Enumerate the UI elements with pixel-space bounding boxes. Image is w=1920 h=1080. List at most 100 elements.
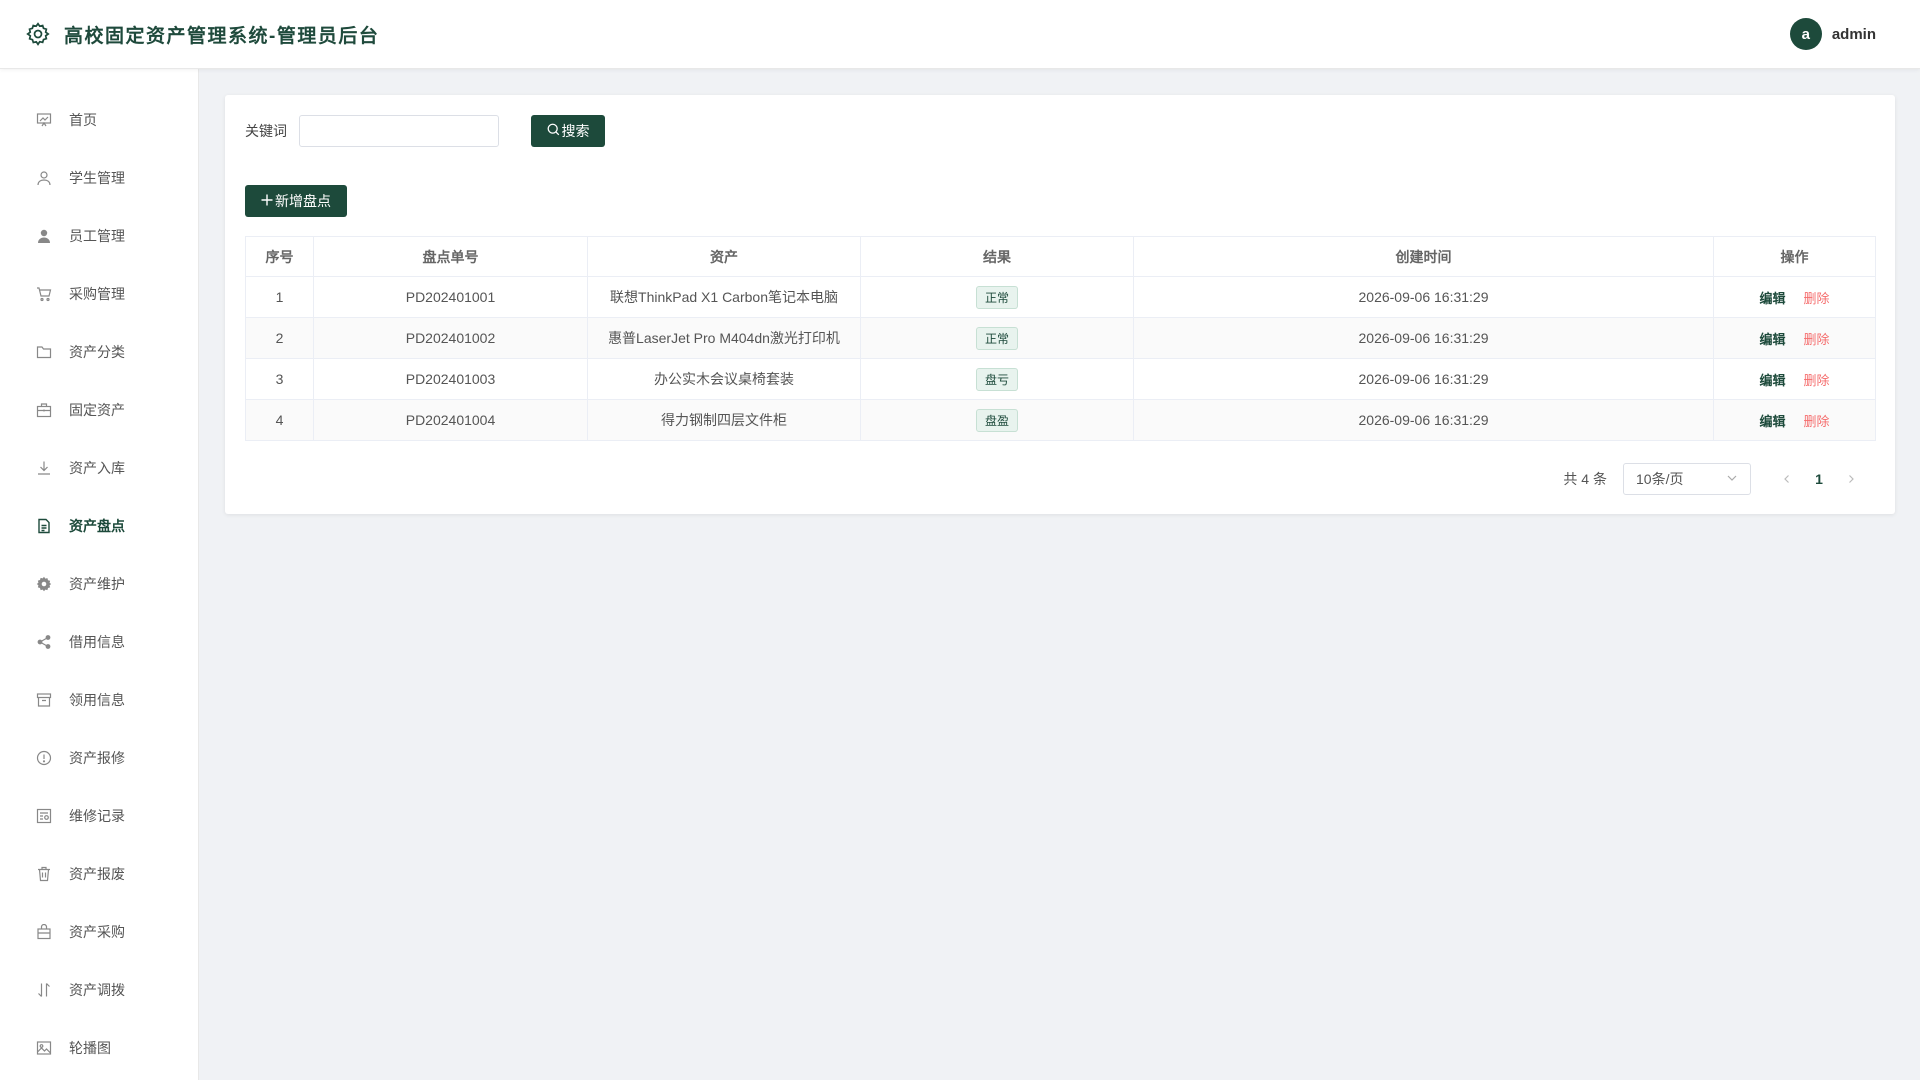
cell-asset: 联想ThinkPad X1 Carbon笔记本电脑 — [587, 276, 861, 318]
page-size-select[interactable]: 10条/页 — [1623, 463, 1751, 495]
column-header: 盘点单号 — [313, 236, 588, 277]
sidebar-item-purchase[interactable]: 资产采购 — [0, 903, 198, 961]
edit-button[interactable]: 编辑 — [1759, 291, 1785, 306]
cell-code: PD202401004 — [313, 399, 588, 441]
sidebar-item-home[interactable]: 首页 — [0, 91, 198, 149]
sidebar-item-categories[interactable]: 资产分类 — [0, 323, 198, 381]
sidebar-item-label: 员工管理 — [69, 228, 125, 244]
folder-icon — [35, 343, 53, 361]
sidebar-item-label: 学生管理 — [69, 170, 125, 186]
gear-icon — [35, 575, 53, 593]
sidebar-item-inbound[interactable]: 资产入库 — [0, 439, 198, 497]
table-header-row: 序号 盘点单号 资产 结果 创建时间 操作 — [245, 236, 1876, 277]
table-row: 4 PD202401004 得力钢制四层文件柜 盘盈 2026-09-06 16… — [245, 399, 1876, 441]
bag-icon — [35, 923, 53, 941]
document-icon — [35, 517, 53, 535]
sidebar-item-procurement[interactable]: 采购管理 — [0, 265, 198, 323]
next-page-button[interactable] — [1837, 465, 1865, 493]
sidebar-item-repair-records[interactable]: 维修记录 — [0, 787, 198, 845]
chart-icon — [35, 111, 53, 129]
search-icon — [547, 123, 560, 139]
sidebar-item-fixed-assets[interactable]: 固定资产 — [0, 381, 198, 439]
sidebar-item-label: 资产报修 — [69, 750, 125, 766]
column-header: 操作 — [1713, 236, 1876, 277]
sidebar-item-label: 固定资产 — [69, 402, 125, 418]
app-title: 高校固定资产管理系统-管理员后台 — [64, 25, 380, 47]
sidebar-item-scrap[interactable]: 资产报废 — [0, 845, 198, 903]
sidebar-item-requisition[interactable]: 领用信息 — [0, 671, 198, 729]
cell-created: 2026-09-06 16:31:29 — [1133, 317, 1714, 359]
sidebar-item-label: 资产调拨 — [69, 982, 125, 998]
keyword-label: 关键词 — [245, 123, 287, 139]
main-card: 关键词 搜索 新增盘点 序号 盘点单号 资产 结果 创建时间 操作 1 PD20… — [225, 95, 1895, 514]
cell-index: 2 — [245, 317, 314, 359]
sidebar-item-carousel[interactable]: 轮播图 — [0, 1019, 198, 1077]
result-tag: 盘亏 — [975, 367, 1018, 391]
user-outline-icon — [35, 169, 53, 187]
chevron-down-icon — [1726, 471, 1738, 487]
sidebar-item-transfer[interactable]: 资产调拨 — [0, 961, 198, 1019]
sidebar-item-maintenance[interactable]: 资产维护 — [0, 555, 198, 613]
sidebar-item-label: 资产分类 — [69, 344, 125, 360]
sidebar-item-label: 采购管理 — [69, 286, 125, 302]
pagination: 共 4 条 10条/页 1 — [1563, 463, 1865, 495]
page-number[interactable]: 1 — [1805, 465, 1833, 493]
edit-button[interactable]: 编辑 — [1759, 332, 1785, 347]
result-tag: 正常 — [975, 285, 1018, 309]
cell-asset: 办公实木会议桌椅套装 — [587, 358, 861, 400]
cell-code: PD202401001 — [313, 276, 588, 318]
delete-button[interactable]: 删除 — [1804, 291, 1830, 306]
sidebar-item-label: 领用信息 — [69, 692, 125, 708]
sidebar-item-staff[interactable]: 员工管理 — [0, 207, 198, 265]
cell-result: 盘盈 — [860, 399, 1134, 441]
sort-icon — [35, 981, 53, 999]
table-row: 1 PD202401001 联想ThinkPad X1 Carbon笔记本电脑 … — [245, 276, 1876, 318]
picture-icon — [35, 1039, 53, 1057]
column-header: 序号 — [245, 236, 314, 277]
sidebar-item-inventory-check[interactable]: 资产盘点 — [0, 497, 198, 555]
gear-icon — [24, 20, 52, 48]
cell-result: 正常 — [860, 276, 1134, 318]
prev-page-button[interactable] — [1773, 465, 1801, 493]
result-tag: 正常 — [975, 326, 1018, 350]
add-inventory-button[interactable]: 新增盘点 — [245, 185, 347, 217]
add-button-label: 新增盘点 — [275, 193, 331, 209]
column-header: 创建时间 — [1133, 236, 1714, 277]
cart-icon — [35, 285, 53, 303]
sidebar-item-label: 轮播图 — [69, 1040, 111, 1056]
sidebar-item-label: 维修记录 — [69, 808, 125, 824]
edit-button[interactable]: 编辑 — [1759, 414, 1785, 429]
cell-result: 盘亏 — [860, 358, 1134, 400]
briefcase-icon — [35, 401, 53, 419]
username[interactable]: admin — [1832, 26, 1876, 43]
sidebar-item-repair-request[interactable]: 资产报修 — [0, 729, 198, 787]
sidebar-item-label: 借用信息 — [69, 634, 125, 650]
avatar[interactable]: a — [1789, 18, 1822, 50]
cell-created: 2026-09-06 16:31:29 — [1133, 358, 1714, 400]
record-icon — [35, 807, 53, 825]
table-row: 3 PD202401003 办公实木会议桌椅套装 盘亏 2026-09-06 1… — [245, 358, 1876, 400]
user-menu[interactable]: a admin — [1789, 18, 1876, 50]
share-icon — [35, 633, 53, 651]
sidebar-item-borrow[interactable]: 借用信息 — [0, 613, 198, 671]
delete-button[interactable]: 删除 — [1804, 332, 1830, 347]
keyword-input[interactable] — [299, 115, 499, 147]
cell-created: 2026-09-06 16:31:29 — [1133, 276, 1714, 318]
download-icon — [35, 459, 53, 477]
cell-result: 正常 — [860, 317, 1134, 359]
delete-button[interactable]: 删除 — [1804, 414, 1830, 429]
plus-icon — [261, 193, 273, 209]
inventory-table: 序号 盘点单号 资产 结果 创建时间 操作 1 PD202401001 联想Th… — [245, 236, 1876, 441]
total-count: 共 4 条 — [1563, 471, 1607, 487]
cell-code: PD202401003 — [313, 358, 588, 400]
cell-actions: 编辑 删除 — [1713, 276, 1876, 318]
sidebar-item-label: 资产采购 — [69, 924, 125, 940]
column-header: 资产 — [587, 236, 861, 277]
cell-index: 4 — [245, 399, 314, 441]
sidebar-item-students[interactable]: 学生管理 — [0, 149, 198, 207]
cell-index: 3 — [245, 358, 314, 400]
delete-button[interactable]: 删除 — [1804, 373, 1830, 388]
search-form: 关键词 搜索 — [245, 115, 605, 147]
search-button[interactable]: 搜索 — [531, 115, 605, 147]
edit-button[interactable]: 编辑 — [1759, 373, 1785, 388]
